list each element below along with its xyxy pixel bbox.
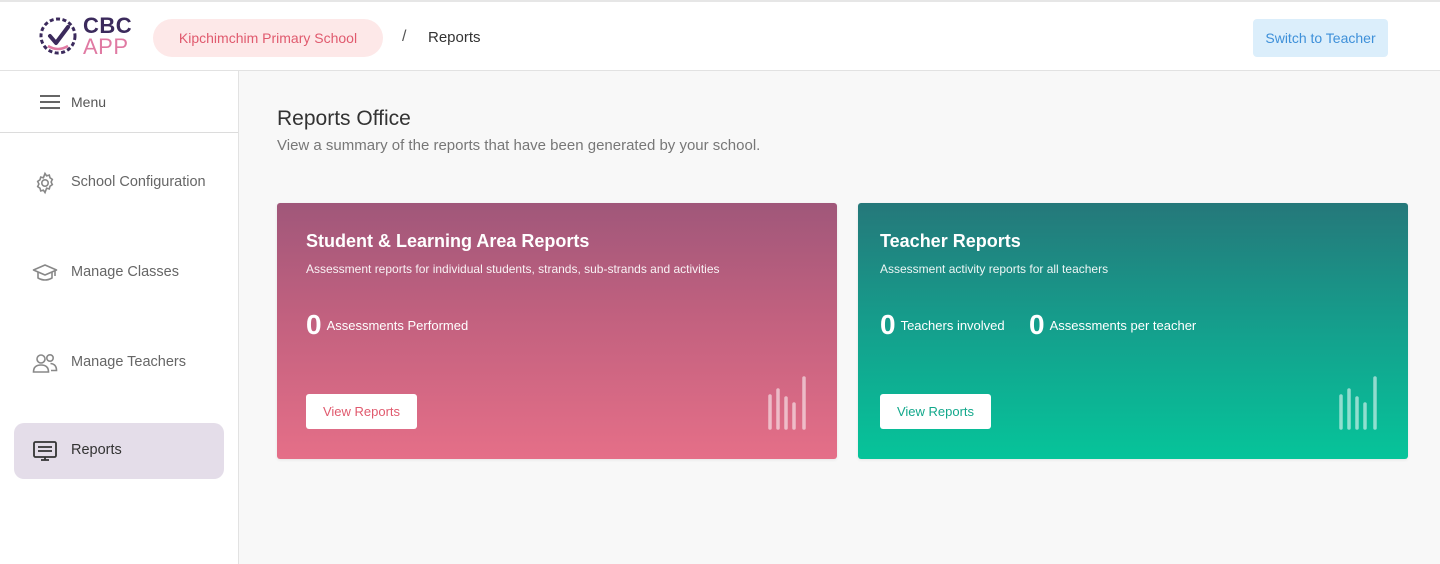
gear-icon xyxy=(32,171,58,195)
page-title: Reports Office xyxy=(277,107,411,130)
sidebar-item-label: Manage Teachers xyxy=(71,354,187,370)
card-title: Student & Learning Area Reports xyxy=(306,231,590,251)
menu-toggle[interactable]: Menu xyxy=(0,71,238,133)
stat-value: 0 xyxy=(880,309,896,340)
breadcrumb-current: Reports xyxy=(428,29,481,46)
users-icon xyxy=(32,351,58,375)
view-reports-button[interactable]: View Reports xyxy=(306,394,417,429)
card-description: Assessment activity reports for all teac… xyxy=(880,262,1109,276)
stat-assessments-per-teacher: 0 Assessments per teacher xyxy=(1029,309,1196,341)
stat-value: 0 xyxy=(1029,309,1045,340)
stat-label: Teachers involved xyxy=(900,317,1005,333)
switch-to-teacher-button[interactable]: Switch to Teacher xyxy=(1253,19,1388,57)
top-bar: CBC APP Kipchimchim Primary School / Rep… xyxy=(0,0,1440,71)
monitor-report-icon xyxy=(32,439,58,463)
hamburger-menu-icon xyxy=(40,95,60,109)
sidebar-item-label: Manage Classes xyxy=(71,264,179,280)
stat-teachers-involved: 0 Teachers involved xyxy=(880,309,1005,341)
stat-label: Assessments Performed xyxy=(326,317,469,333)
school-name-badge[interactable]: Kipchimchim Primary School xyxy=(153,19,383,57)
sidebar-item-label: School Configuration xyxy=(71,174,206,190)
card-title: Teacher Reports xyxy=(880,231,1021,251)
stat-assessments-performed: 0 Assessments Performed xyxy=(306,309,468,341)
sidebar-item-manage-classes[interactable]: Manage Classes xyxy=(14,245,224,301)
sidebar-item-reports[interactable]: Reports xyxy=(14,423,224,479)
menu-label: Menu xyxy=(71,94,107,110)
student-learning-area-reports-card: Student & Learning Area Reports Assessme… xyxy=(277,203,837,459)
sidebar-item-label: Reports xyxy=(71,442,122,458)
graduation-cap-icon xyxy=(32,261,58,285)
logo-check-icon xyxy=(39,17,77,55)
card-description: Assessment reports for individual studen… xyxy=(306,262,720,276)
sidebar: Menu School Configuration Manage Classes xyxy=(0,71,239,564)
stat-label: Assessments per teacher xyxy=(1049,317,1197,333)
sidebar-item-school-configuration[interactable]: School Configuration xyxy=(14,155,224,211)
page-subtitle: View a summary of the reports that have … xyxy=(277,137,761,154)
bar-chart-icon xyxy=(768,376,806,430)
stat-value: 0 xyxy=(306,309,322,340)
bar-chart-icon xyxy=(1339,376,1377,430)
teacher-reports-card: Teacher Reports Assessment activity repo… xyxy=(858,203,1408,459)
app-logo[interactable]: CBC APP xyxy=(38,15,138,59)
logo-text-app: APP xyxy=(83,34,129,59)
view-reports-button[interactable]: View Reports xyxy=(880,394,991,429)
breadcrumb-separator: / xyxy=(402,28,407,45)
main-content: Reports Office View a summary of the rep… xyxy=(239,71,1440,564)
sidebar-item-manage-teachers[interactable]: Manage Teachers xyxy=(14,335,224,391)
